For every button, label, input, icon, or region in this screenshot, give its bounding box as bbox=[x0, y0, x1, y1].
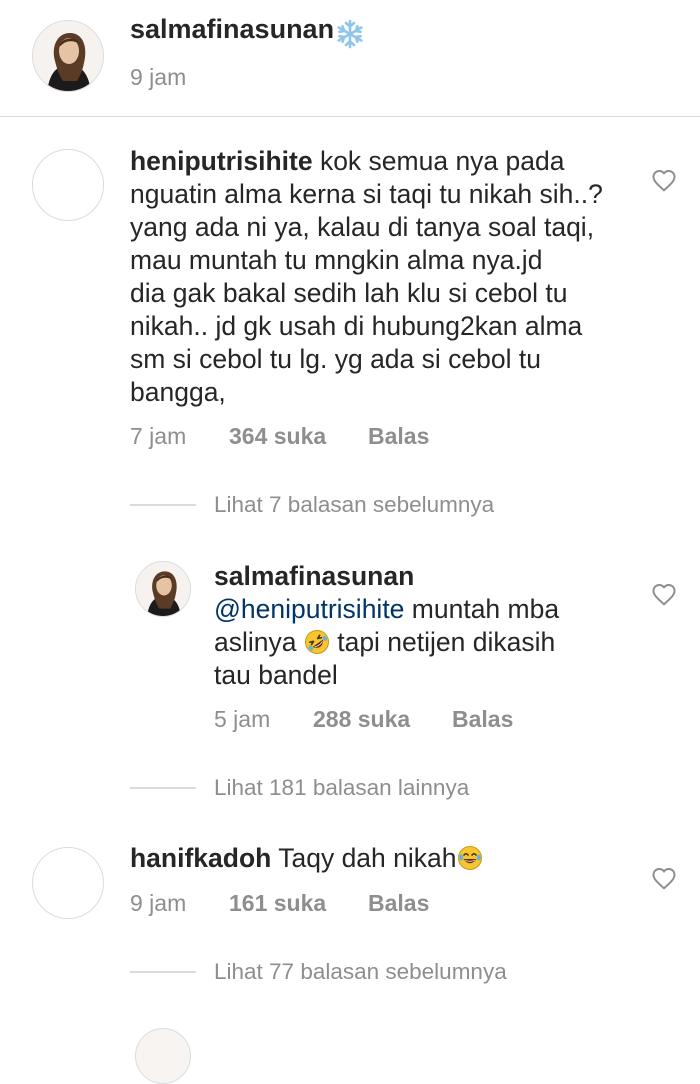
profile-photo-icon bbox=[33, 21, 103, 91]
like-count[interactable]: 364 suka bbox=[229, 423, 326, 450]
mention-link[interactable]: @heniputrisihite bbox=[214, 594, 404, 624]
commenter-avatar[interactable] bbox=[32, 149, 104, 221]
caption-username[interactable]: salmafinasunan bbox=[130, 14, 334, 45]
comment-line: nguatin alma kerna si taqi tu nikah sih.… bbox=[130, 179, 603, 209]
view-replies-line bbox=[130, 504, 196, 506]
reply-button[interactable]: Balas bbox=[368, 890, 429, 917]
view-replies-line bbox=[130, 971, 196, 973]
view-replies-line bbox=[130, 787, 196, 789]
like-count[interactable]: 161 suka bbox=[229, 890, 326, 917]
like-heart-icon[interactable] bbox=[651, 582, 677, 608]
reply-text: salmafinasunan @heniputrisihite muntah m… bbox=[214, 560, 634, 692]
comment-text: hanifkadoh Taqy dah nikah bbox=[130, 842, 630, 875]
comment-text: heniputrisihite kok semua nya pada nguat… bbox=[130, 145, 630, 409]
divider bbox=[0, 116, 700, 117]
comment-line: mau muntah tu mngkin alma nya.jd bbox=[130, 245, 543, 275]
reply-time: 5 jam bbox=[214, 706, 271, 732]
rofl-emoji-icon bbox=[304, 630, 329, 654]
comment-username[interactable]: hanifkadoh bbox=[130, 843, 271, 873]
like-heart-icon[interactable] bbox=[651, 866, 677, 892]
reply-line: muntah mba bbox=[404, 594, 560, 624]
snowflake-icon bbox=[337, 19, 363, 49]
reply-line: tapi netijen dikasih bbox=[329, 627, 556, 657]
comment-line: bangga, bbox=[130, 377, 226, 407]
comment-line: yang ada ni ya, kalau di tanya soal taqi… bbox=[130, 212, 595, 242]
profile-photo-icon bbox=[136, 562, 190, 616]
comment-time: 7 jam bbox=[130, 423, 187, 449]
like-heart-icon[interactable] bbox=[651, 168, 677, 194]
comment-line: kok semua nya pada bbox=[312, 146, 565, 176]
reply-line: tau bandel bbox=[214, 660, 338, 690]
comment-line: Taqy dah nikah bbox=[271, 843, 457, 873]
comment-line: nikah.. jd gk usah di hubung2kan alma bbox=[130, 311, 583, 341]
caption-time: 9 jam bbox=[130, 64, 187, 90]
caption-avatar[interactable] bbox=[32, 20, 104, 92]
comment-line: sm si cebol tu lg. yg ada si cebol tu bbox=[130, 344, 541, 374]
reply-line: aslinya bbox=[214, 627, 304, 657]
comment-username[interactable]: heniputrisihite bbox=[130, 146, 313, 176]
view-replies-link[interactable]: Lihat 77 balasan sebelumnya bbox=[214, 959, 507, 985]
comment-line: dia gak bakal sedih lah klu si cebol tu bbox=[130, 278, 568, 308]
like-count[interactable]: 288 suka bbox=[313, 706, 410, 733]
commenter-avatar[interactable] bbox=[32, 847, 104, 919]
reply-button[interactable]: Balas bbox=[452, 706, 513, 733]
reply-username[interactable]: salmafinasunan bbox=[214, 561, 414, 591]
reply-avatar[interactable] bbox=[135, 1028, 191, 1084]
joy-emoji-icon bbox=[457, 846, 482, 870]
view-replies-link[interactable]: Lihat 181 balasan lainnya bbox=[214, 775, 469, 801]
reply-button[interactable]: Balas bbox=[368, 423, 429, 450]
view-replies-link[interactable]: Lihat 7 balasan sebelumnya bbox=[214, 492, 494, 518]
reply-avatar[interactable] bbox=[135, 561, 191, 617]
comment-time: 9 jam bbox=[130, 890, 187, 916]
